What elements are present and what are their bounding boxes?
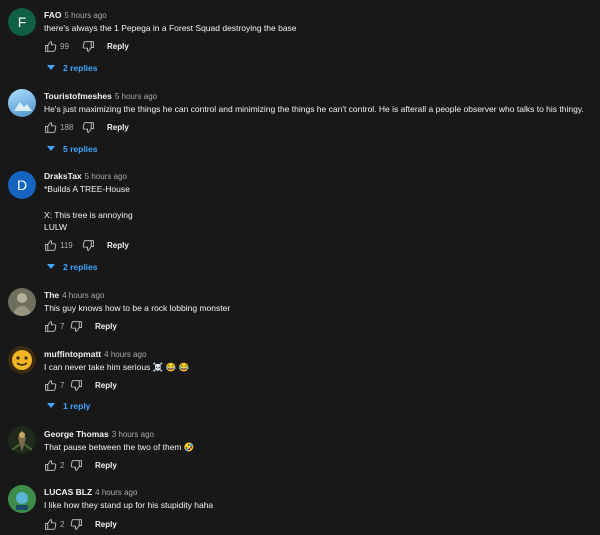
reply-button[interactable]: Reply [95,381,117,390]
view-replies-button[interactable]: 5 replies [47,144,98,154]
like-count: 119 [60,240,73,250]
avatar[interactable]: D [8,171,36,199]
dislike-icon[interactable] [70,518,83,531]
yellow-face-avatar-icon [12,350,32,370]
comment-text-line: LULW [44,222,67,232]
dislike-icon[interactable] [70,320,83,333]
avatar[interactable]: F [8,8,36,36]
comment-time[interactable]: 3 hours ago [112,430,154,439]
comment-time[interactable]: 5 hours ago [64,11,106,20]
avatar[interactable] [8,288,36,316]
like-count: 2 [60,519,65,529]
avatar[interactable] [8,346,36,374]
avatar-letter: D [16,177,28,193]
comment-text: I like how they stand up for his stupidi… [44,500,214,510]
comment-time[interactable]: 5 hours ago [115,92,157,101]
dislike-icon[interactable] [82,121,95,134]
comment-author[interactable]: The [44,290,59,300]
comment-text: He's just maximizing the things he can c… [44,104,584,114]
avatar[interactable] [8,485,36,513]
comment-text: there's always the 1 Pepega in a Forest … [44,23,297,33]
reply-button[interactable]: Reply [107,123,129,132]
comment-text-line: X: This tree is annoying [44,210,133,220]
reply-button[interactable]: Reply [107,241,129,250]
grey-figure-avatar-icon [13,293,31,316]
replies-count: 1 reply [63,401,91,411]
like-icon[interactable] [44,40,57,53]
comment-author[interactable]: LUCAS BLZ [44,487,92,497]
like-count: 188 [60,122,74,132]
green-blue-avatar-icon [8,485,36,513]
like-count: 99 [60,41,69,51]
dislike-icon[interactable] [70,379,83,392]
like-count: 7 [60,321,65,331]
replies-count: 2 replies [63,262,98,272]
view-replies-button[interactable]: 2 replies [47,262,98,272]
comment-text-line: *Builds A TREE-House [44,184,130,194]
comment-author[interactable]: Touristofmeshes [44,91,112,101]
like-icon[interactable] [44,239,57,252]
comment-text: This guy knows how to be a rock lobbing … [44,303,231,313]
avatar[interactable] [8,426,36,454]
chevron-down-icon [47,63,55,73]
reply-button[interactable]: Reply [107,42,129,51]
chevron-down-icon [47,262,55,272]
like-icon[interactable] [44,459,57,472]
comment-time[interactable]: 4 hours ago [95,488,137,497]
view-replies-button[interactable]: 2 replies [47,63,98,73]
dislike-icon[interactable] [82,239,95,252]
like-count: 7 [60,380,65,390]
reply-button[interactable]: Reply [95,322,117,331]
view-replies-button[interactable]: 1 reply [47,401,90,411]
chevron-down-icon [47,401,55,411]
like-icon[interactable] [44,379,57,392]
avatar-letter: F [17,14,27,30]
chevron-down-icon [47,144,55,154]
dislike-icon[interactable] [82,40,95,53]
comment-time[interactable]: 4 hours ago [104,350,146,359]
dislike-icon[interactable] [70,459,83,472]
comment-time[interactable]: 5 hours ago [85,172,127,181]
like-icon[interactable] [44,121,57,134]
comment-text: I can never take him serious ☠️ 😂 😂 [44,362,190,372]
comment-author[interactable]: George Thomas [44,429,109,439]
comment-text: That pause between the two of them 🤣 [44,442,195,452]
replies-count: 5 replies [63,144,98,154]
avatar[interactable] [8,89,36,117]
replies-count: 2 replies [63,63,98,73]
like-count: 2 [60,460,65,470]
blue-sky-avatar-icon [14,102,32,111]
comment-author[interactable]: muffintopmatt [44,349,101,359]
comment-author[interactable]: DraksTax [44,171,82,181]
like-icon[interactable] [44,320,57,333]
comment-time[interactable]: 4 hours ago [62,291,104,300]
reply-button[interactable]: Reply [95,520,117,529]
comment-author[interactable]: FAO [44,10,61,20]
dark-character-avatar-icon [11,430,33,452]
reply-button[interactable]: Reply [95,461,117,470]
like-icon[interactable] [44,518,57,531]
